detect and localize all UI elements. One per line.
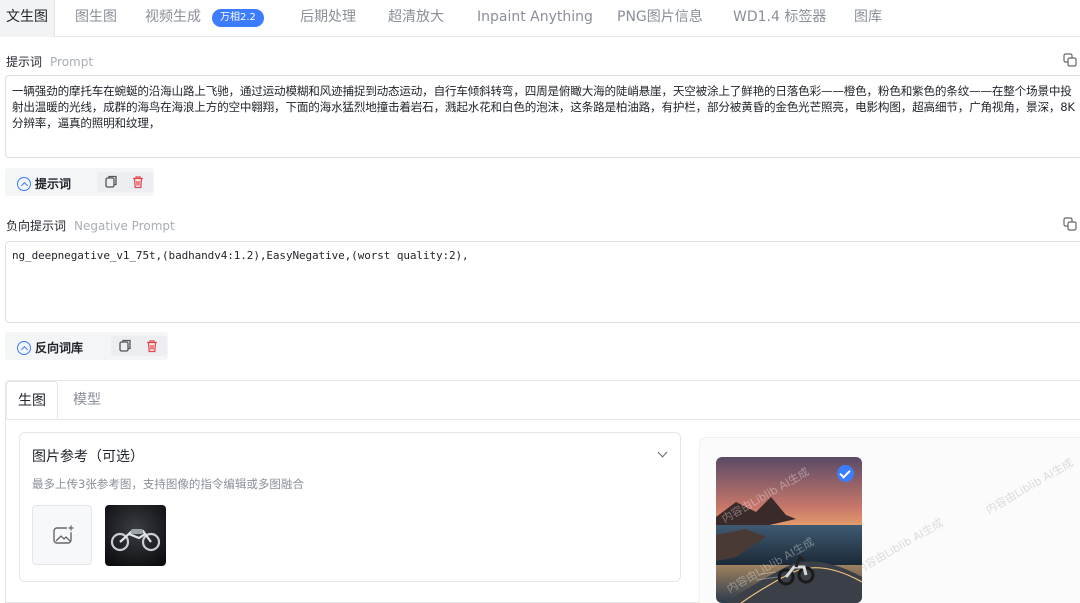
trash-icon[interactable] [131,175,145,189]
prompt-toolbar: 提示词 [5,168,154,196]
negative-label: 负向提示词 Negative Prompt [6,217,175,234]
image-reference-card: 图片参考（可选） 最多上传3张参考图，支持图像的指令编辑或多图融合 [19,432,681,582]
negative-label-cn: 负向提示词 [6,219,67,233]
tab-model[interactable]: 模型 [73,381,101,419]
tab-png-info[interactable]: PNG图片信息 [617,0,703,37]
tab-postprocess[interactable]: 后期处理 [300,0,356,37]
result-gallery: 内容由Liblib AI生成 内容由Liblib AI生成 内容由Liblib … [699,437,1080,603]
prompt-input[interactable]: 一辆强劲的摩托车在蜿蜒的沿海山路上飞驰，通过运动模糊和风迹捕捉到动态运动，自行车… [5,75,1080,158]
generation-panel: 生图 模型 图片参考（可选） 最多上传3张参考图，支持图像的指令编辑或多图融合 [5,380,1080,603]
chevron-down-icon[interactable] [657,447,668,458]
top-nav: 文生图 图生图 视频生成 万相2.2 后期处理 超清放大 Inpaint Any… [0,0,1080,37]
prompt-actions [97,172,153,192]
tab-wd14-tagger[interactable]: WD1.4 标签器 [733,0,826,37]
prompt-toggle-label: 提示词 [35,177,72,191]
watermark: 内容由Liblib AI生成 [983,456,1076,517]
ref-title: 图片参考（可选） [32,449,144,465]
collapse-icon [17,341,31,355]
collapse-icon [17,177,31,191]
prompt-label: 提示词 Prompt [6,53,93,70]
ref-subtitle: 最多上传3张参考图，支持图像的指令编辑或多图融合 [32,477,304,491]
tab-upscale[interactable]: 超清放大 [388,0,444,37]
translate-icon[interactable] [1063,53,1077,67]
negative-prompt-input[interactable]: ng_deepnegative_v1_75t,(badhandv4:1.2),E… [5,241,1080,323]
negative-actions [111,336,167,356]
upload-reference-button[interactable] [32,505,92,565]
watermark: 内容由Liblib AI生成 [853,516,946,577]
generated-image[interactable]: 内容由Liblib AI生成 内容由Liblib AI生成 [716,457,862,603]
tab-video[interactable]: 视频生成 [145,0,201,37]
prompt-label-en: Prompt [50,55,94,69]
negative-prompt-text[interactable]: ng_deepnegative_v1_75t,(badhandv4:1.2),E… [6,242,1080,269]
translate-icon[interactable] [1063,217,1077,231]
check-icon[interactable] [837,465,854,482]
tab-gallery[interactable]: 图库 [854,0,882,37]
reference-thumbnail[interactable] [105,505,166,566]
negative-toggle-label: 反向词库 [35,341,84,355]
prompt-label-cn: 提示词 [6,55,43,69]
trash-icon[interactable] [145,339,159,353]
negative-toolbar: 反向词库 [5,332,168,360]
prompt-collapse-toggle[interactable]: 提示词 [17,175,71,192]
tab-generate[interactable]: 生图 [6,381,58,419]
negative-collapse-toggle[interactable]: 反向词库 [17,339,83,356]
panel-tab-divider [6,419,1080,420]
image-add-icon [53,523,76,544]
copy-icon[interactable] [118,339,132,353]
negative-label-en: Negative Prompt [74,219,175,233]
tab-txt2img[interactable]: 文生图 [0,0,55,37]
video-model-badge: 万相2.2 [212,9,264,27]
copy-icon[interactable] [104,175,118,189]
prompt-text[interactable]: 一辆强劲的摩托车在蜿蜒的沿海山路上飞驰，通过运动模糊和风迹捕捉到动态运动，自行车… [6,76,1080,138]
tab-img2img[interactable]: 图生图 [75,0,117,37]
tab-inpaint-anything[interactable]: Inpaint Anything [477,0,593,37]
